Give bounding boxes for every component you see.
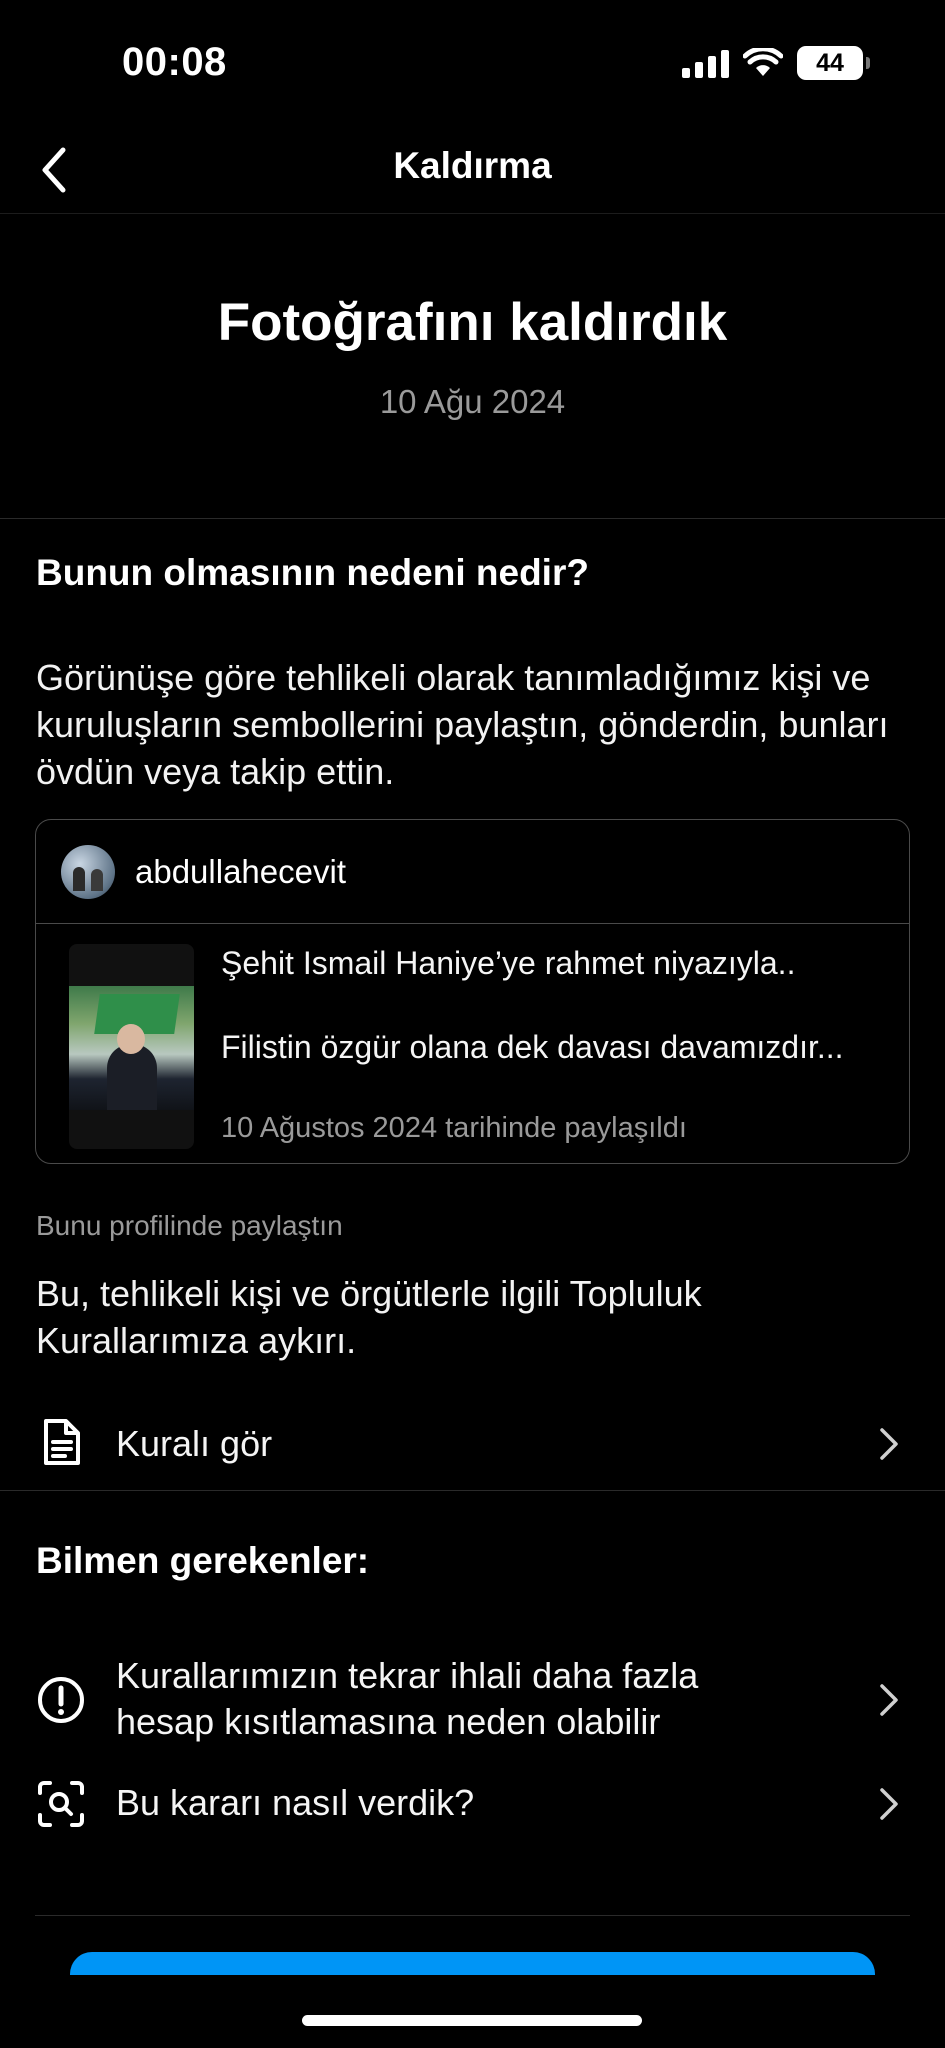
know-title: Bilmen gerekenler: [36,1540,370,1581]
document-icon [44,1419,80,1465]
status-time: 00:08 [122,40,227,84]
removal-date: 10 Ağu 2024 [379,383,566,420]
post-header: abdullahecevit [36,820,909,924]
headline: Fotoğrafını kaldırdık [217,293,728,352]
post-caption: Şehit Ismail Haniye’ye rahmet niyazıyla.… [221,945,844,1065]
divider [35,1915,910,1916]
battery-level: 44 [816,48,844,77]
see-rule-label: Kuralı gör [116,1423,273,1464]
repeat-violation-row[interactable]: Kurallarımızın tekrar ihlali daha fazla … [0,1650,945,1750]
cellular-signal-icon [682,48,729,78]
reason-title: Bunun olmasının nedeni nedir? [36,552,589,593]
removal-header: Fotoğrafını kaldırdık 10 Ağu 2024 [0,214,945,519]
wifi-icon [743,48,783,76]
post-shared-date: 10 Ağustos 2024 tarihinde paylaşıldı [221,1112,687,1144]
see-rule-row[interactable]: Kuralı gör [0,1412,945,1476]
violation-text: Bu, tehlikeli kişi ve örgütlerle ilgili … [36,1273,702,1361]
shared-label: Bunu profilinde paylaştın [36,1210,343,1241]
page-title: Kaldırma [393,145,552,186]
repeat-violation-label: Kurallarımızın tekrar ihlali daha fazla … [116,1655,699,1742]
post-username: abdullahecevit [135,852,346,890]
reason-description: Görünüşe göre tehlikeli olarak tanımladı… [36,657,889,792]
divider [0,1490,945,1491]
chevron-right-icon [880,1684,898,1716]
scan-search-icon [38,1781,84,1827]
chevron-right-icon [880,1788,898,1820]
home-indicator [302,2015,642,2026]
post-body: Şehit Ismail Haniye’ye rahmet niyazıyla.… [36,924,909,1163]
chevron-right-icon [880,1428,898,1460]
how-decided-label: Bu kararı nasıl verdik? [116,1782,475,1823]
post-card: abdullahecevit Şehit Ismail Haniye’ye ra… [35,819,910,1164]
post-image [69,986,194,1110]
battery-icon: 44 [797,46,870,80]
bottom-overlay [0,1975,945,2048]
status-bar: 00:08 44 [0,0,945,120]
nav-bar: Kaldırma [0,120,945,214]
how-decided-row[interactable]: Bu kararı nasıl verdik? [0,1776,945,1832]
alert-circle-icon [38,1677,84,1723]
status-icons: 44 [682,46,870,80]
avatar [61,844,115,899]
post-thumbnail [69,944,194,1149]
